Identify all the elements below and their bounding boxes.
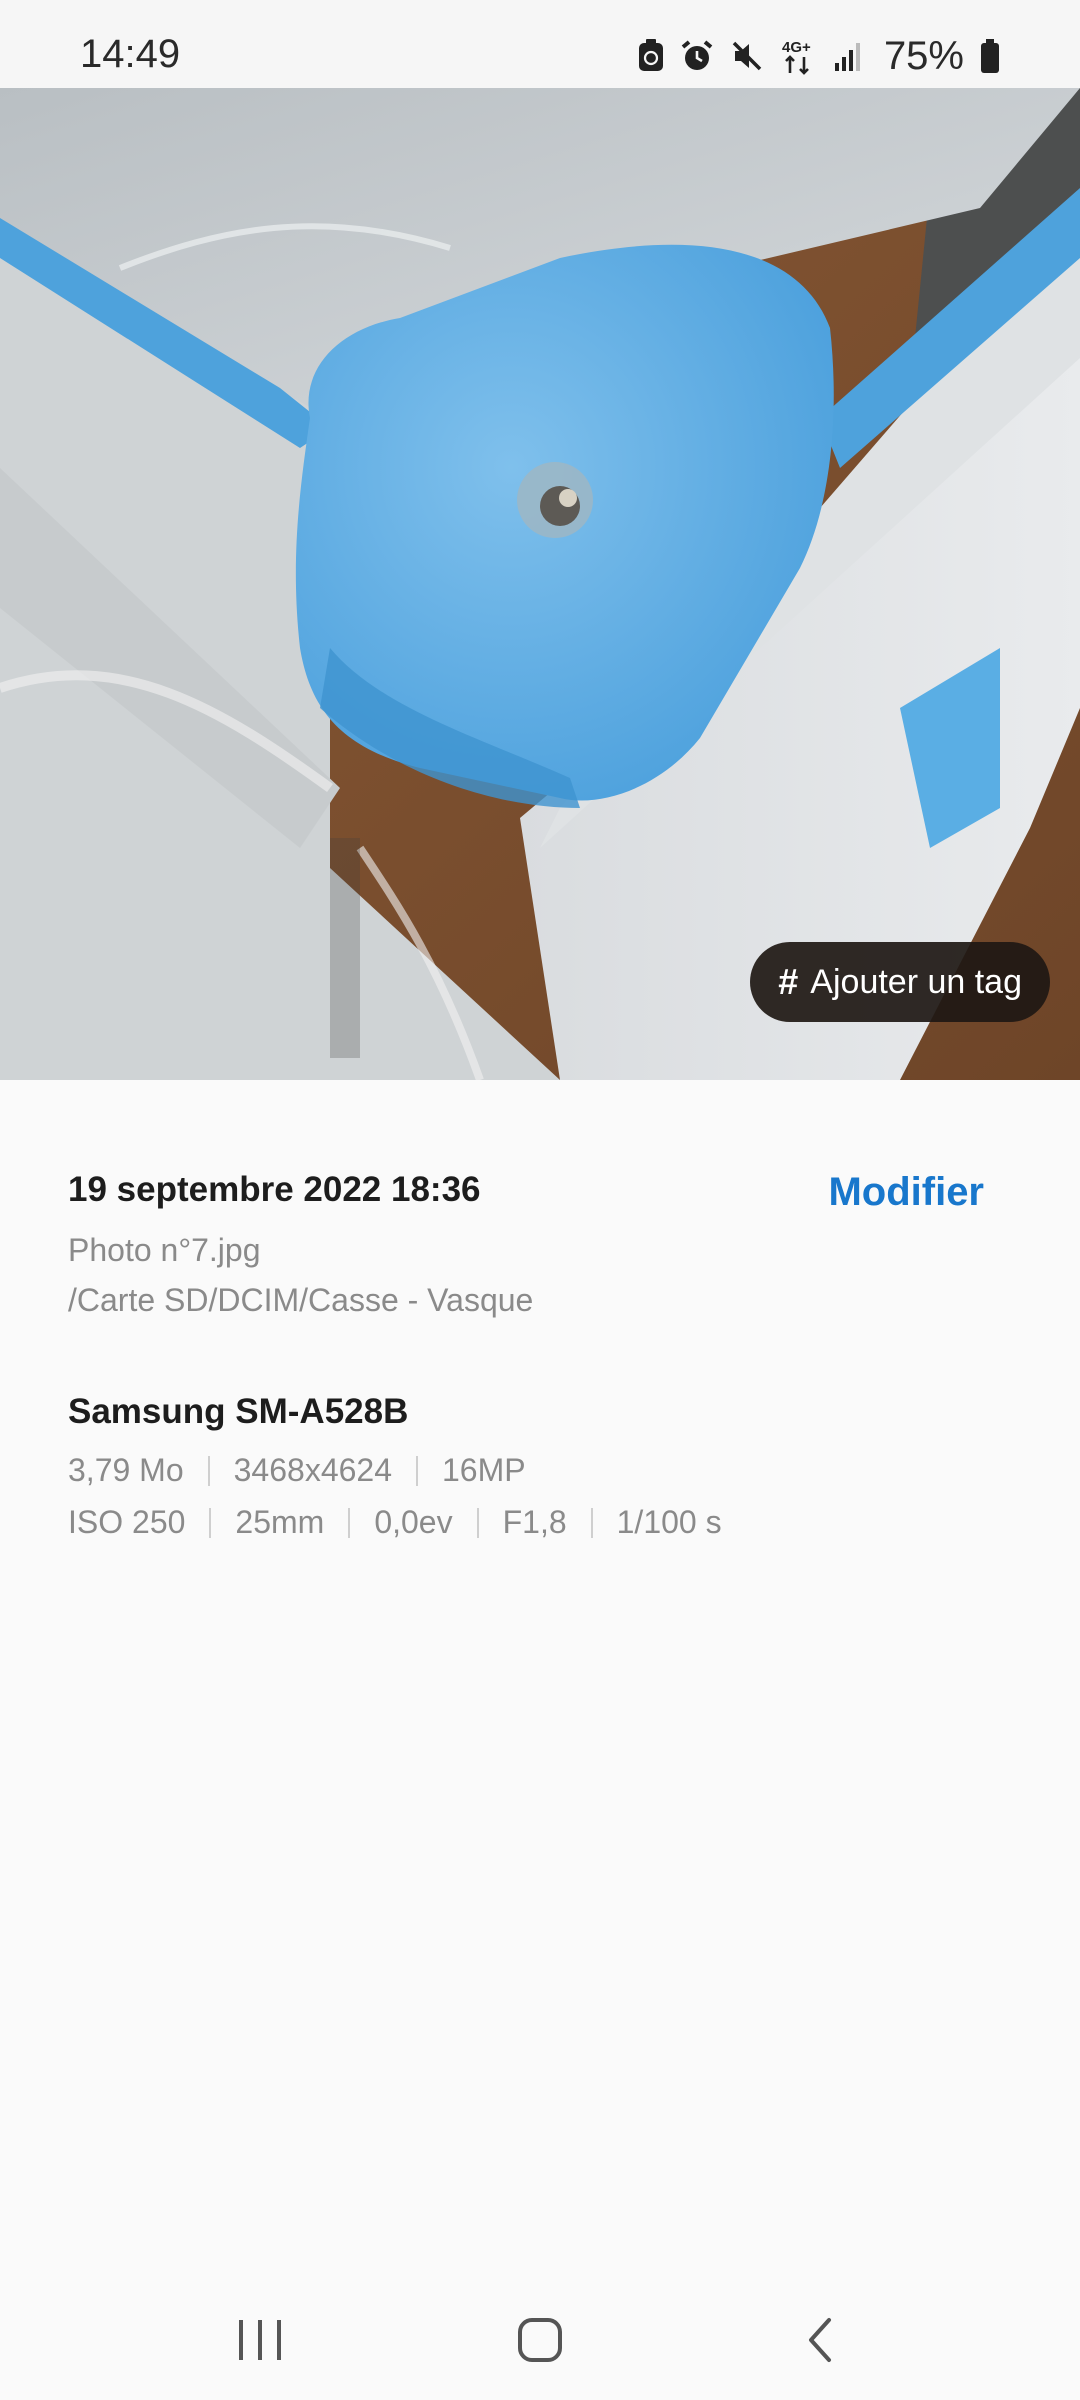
file-size: 3,79 Mo (68, 1452, 184, 1488)
home-button[interactable] (480, 2300, 600, 2380)
hashtag-icon: # (778, 961, 799, 1002)
file-name: Photo n°7.jpg (68, 1232, 261, 1268)
divider (416, 1455, 418, 1486)
aperture: F1,8 (502, 1504, 567, 1540)
battery-percent: 75% (883, 34, 964, 78)
focal-length: 25mm (235, 1504, 325, 1540)
battery-icon (980, 39, 1000, 73)
recent-apps-button[interactable] (200, 2300, 320, 2380)
file-path: /Carte SD/DCIM/Casse - Vasque (68, 1282, 534, 1318)
iso-value: ISO 250 (68, 1504, 186, 1540)
modify-button[interactable]: Modifier (828, 1170, 984, 1215)
navigation-bar (0, 2280, 1080, 2400)
add-tag-label: Ajouter un tag (810, 962, 1022, 1001)
photo-date: 19 septembre 2022 18:36 (68, 1170, 481, 1209)
resolution: 3468x4624 (233, 1452, 392, 1488)
android-system-icon (638, 39, 664, 73)
photo-preview[interactable] (0, 88, 1080, 1080)
mute-icon (730, 39, 764, 73)
status-bar: 14:49 4G+ 75% (0, 0, 1080, 88)
signal-icon (834, 41, 862, 71)
back-button[interactable] (760, 2300, 880, 2380)
add-tag-button[interactable]: # Ajouter un tag (750, 942, 1050, 1022)
home-icon (518, 2318, 562, 2362)
svg-text:4G+: 4G+ (782, 39, 811, 56)
divider (476, 1507, 479, 1538)
recent-apps-icon (239, 2320, 281, 2360)
status-time: 14:49 (80, 32, 181, 76)
back-icon (809, 2318, 831, 2362)
shutter-speed: 1/100 s (616, 1504, 722, 1540)
alarm-icon (680, 39, 714, 73)
status-icons: 4G+ 75% (638, 34, 1000, 78)
divider (590, 1507, 593, 1538)
file-info-row: 3,79 Mo 3468x4624 16MP (68, 1452, 526, 1489)
device-name: Samsung SM-A528B (68, 1392, 409, 1431)
divider (207, 1455, 210, 1486)
divider (348, 1507, 351, 1538)
network-4g-icon: 4G+ (780, 37, 818, 75)
divider (209, 1507, 212, 1538)
camera-settings-row: ISO 250 25mm 0,0ev F1,8 1/100 s (68, 1504, 722, 1541)
megapixels: 16MP (442, 1452, 526, 1488)
exposure-value: 0,0ev (374, 1504, 453, 1540)
